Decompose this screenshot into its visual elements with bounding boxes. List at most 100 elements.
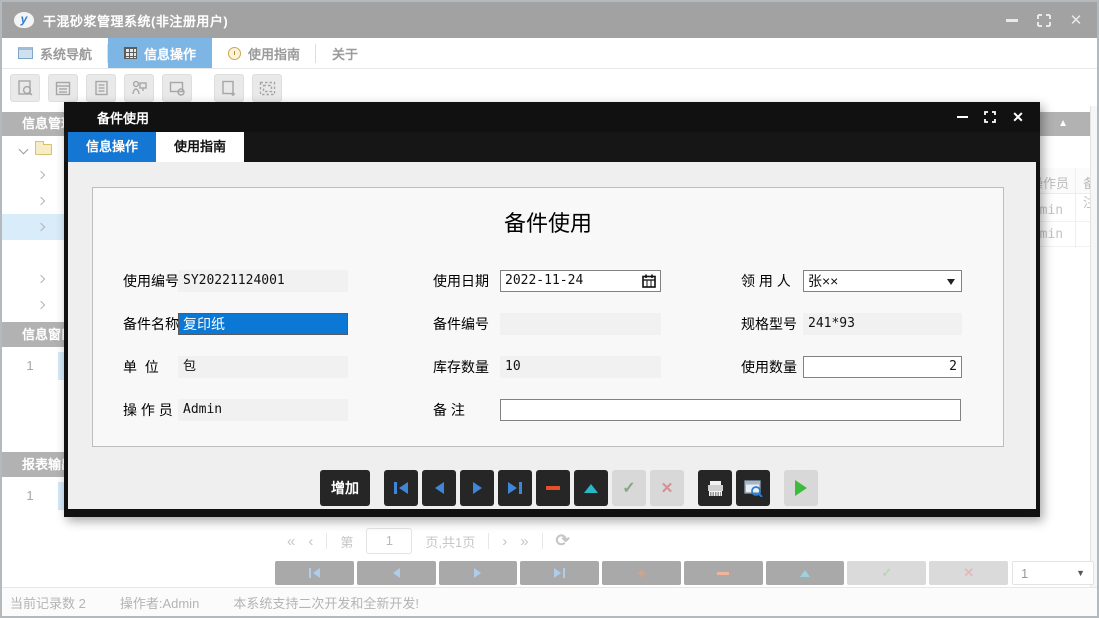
tab-label: 信息操作 (144, 44, 196, 63)
record-cancel-button[interactable]: ✕ (650, 470, 684, 506)
prev-icon (393, 568, 400, 578)
nav-first-button[interactable] (275, 561, 354, 585)
window-titlebar: y 干混砂浆管理系统(非注册用户) ✕ (2, 2, 1097, 38)
record-last-button[interactable] (498, 470, 532, 506)
remark-field[interactable] (500, 399, 961, 421)
form-icon (55, 81, 71, 96)
x-icon: ✕ (661, 479, 674, 497)
app-window: y 干混砂浆管理系统(非注册用户) ✕ 系统导航 信息操作 使用指南 关于 (0, 0, 1099, 618)
chevron-right-icon (37, 171, 45, 179)
unit-field: 包 (178, 356, 348, 378)
next-icon (474, 568, 481, 578)
dialog-minimize-button[interactable] (954, 110, 970, 124)
tab-info-ops[interactable]: 信息操作 (108, 38, 212, 68)
nav-next-button[interactable] (439, 561, 518, 585)
chevron-right-icon (37, 197, 45, 205)
recipient-select[interactable]: 张×× (803, 270, 962, 292)
stock-qty-label: 库存数量 (433, 356, 489, 378)
preview-button[interactable] (736, 470, 770, 506)
close-button[interactable]: ✕ (1065, 10, 1087, 30)
add-document-button[interactable] (214, 74, 244, 102)
document-button[interactable] (86, 74, 116, 102)
user-terminal-icon (131, 80, 147, 96)
spec-field: 241*93 (803, 313, 962, 335)
tab-user-guide[interactable]: 使用指南 (212, 38, 316, 68)
nav-delete-button[interactable] (684, 561, 763, 585)
record-delete-button[interactable] (536, 470, 570, 506)
chevron-down-icon[interactable] (947, 279, 955, 285)
search-doc-icon (17, 80, 34, 96)
divider (488, 533, 489, 549)
operator-field: Admin (178, 399, 348, 421)
nav-confirm-button[interactable]: ✓ (847, 561, 926, 585)
last-icon (563, 568, 565, 578)
page-prev-button[interactable]: ‹ (308, 533, 313, 550)
part-name-label: 备件名称 (123, 313, 179, 335)
nav-add-button[interactable]: + (602, 561, 681, 585)
clock-icon (228, 47, 241, 60)
row-number: 1 (2, 352, 58, 380)
minus-icon (546, 486, 560, 490)
tab-system-nav[interactable]: 系统导航 (2, 38, 108, 68)
spare-part-usage-dialog: 备件使用 ✕ 信息操作 使用指南 备件使用 使用编号 SY20221124001 (64, 102, 1040, 517)
usage-qty-field[interactable]: 2 (803, 356, 962, 378)
window-title: 干混砂浆管理系统(非注册用户) (43, 11, 228, 30)
dialog-tab-user-guide[interactable]: 使用指南 (156, 132, 244, 162)
record-first-button[interactable] (384, 470, 418, 506)
refresh-icon[interactable]: ⟳ (556, 531, 570, 551)
record-next-button[interactable] (460, 470, 494, 506)
nav-up-button[interactable] (766, 561, 845, 585)
record-confirm-button[interactable]: ✓ (612, 470, 646, 506)
dialog-close-button[interactable]: ✕ (1010, 110, 1026, 124)
chevron-down-icon: ▼ (1076, 568, 1085, 578)
remark-label: 备 注 (433, 399, 465, 421)
record-edit-button[interactable] (574, 470, 608, 506)
main-toolbar (2, 70, 1097, 106)
usage-form-panel: 备件使用 使用编号 SY20221124001 使用日期 2022-11-24 (92, 187, 1004, 447)
page-first-button[interactable]: « (287, 533, 295, 550)
record-prev-button[interactable] (422, 470, 456, 506)
page-number-input[interactable]: 1 (366, 528, 412, 554)
chevron-right-icon (37, 223, 45, 231)
record-count-label: 当前记录数 2 (10, 593, 86, 612)
user-terminal-button[interactable] (124, 74, 154, 102)
print-button[interactable] (698, 470, 732, 506)
close-icon: ✕ (1012, 109, 1024, 126)
usage-date-label: 使用日期 (433, 270, 489, 292)
nav-prev-button[interactable] (357, 561, 436, 585)
search-record-button[interactable] (10, 74, 40, 102)
caret-down-icon[interactable] (19, 144, 29, 154)
tab-about[interactable]: 关于 (316, 38, 374, 68)
side-scroll-strip[interactable] (1090, 106, 1099, 587)
form-view-button[interactable] (48, 74, 78, 102)
select-region-button[interactable] (252, 74, 282, 102)
usage-no-label: 使用编号 (123, 270, 179, 292)
restore-button[interactable] (1033, 10, 1055, 30)
window-preview-button[interactable] (162, 74, 192, 102)
page-last-button[interactable]: » (520, 533, 528, 550)
dialog-maximize-button[interactable] (982, 110, 998, 124)
add-record-button[interactable]: 增加 (320, 470, 370, 506)
system-note-label: 本系统支持二次开发和全新开发! (233, 593, 419, 612)
page-size-select[interactable]: 1 ▼ (1012, 561, 1094, 585)
spec-label: 规格型号 (741, 313, 797, 335)
calendar-icon[interactable] (642, 274, 656, 288)
close-icon: ✕ (1070, 11, 1083, 29)
collapse-panel-icon[interactable]: ▲ (1058, 119, 1068, 129)
check-icon: ✓ (881, 565, 892, 581)
page-size-value: 1 (1021, 566, 1028, 581)
nav-cancel-button[interactable]: ✕ (929, 561, 1008, 585)
stock-qty-field: 10 (500, 356, 661, 378)
folder-icon (35, 144, 52, 155)
print-icon (706, 480, 725, 497)
run-button[interactable] (784, 470, 818, 506)
last-icon (519, 482, 522, 494)
column-divider (1075, 168, 1076, 248)
part-name-field[interactable]: 复印纸 (178, 313, 348, 335)
minimize-button[interactable] (1001, 10, 1023, 30)
dialog-tab-info-ops[interactable]: 信息操作 (68, 132, 156, 162)
page-next-button[interactable]: › (502, 533, 507, 550)
first-icon (313, 568, 320, 578)
nav-last-button[interactable] (520, 561, 599, 585)
usage-date-field[interactable]: 2022-11-24 (500, 270, 661, 292)
